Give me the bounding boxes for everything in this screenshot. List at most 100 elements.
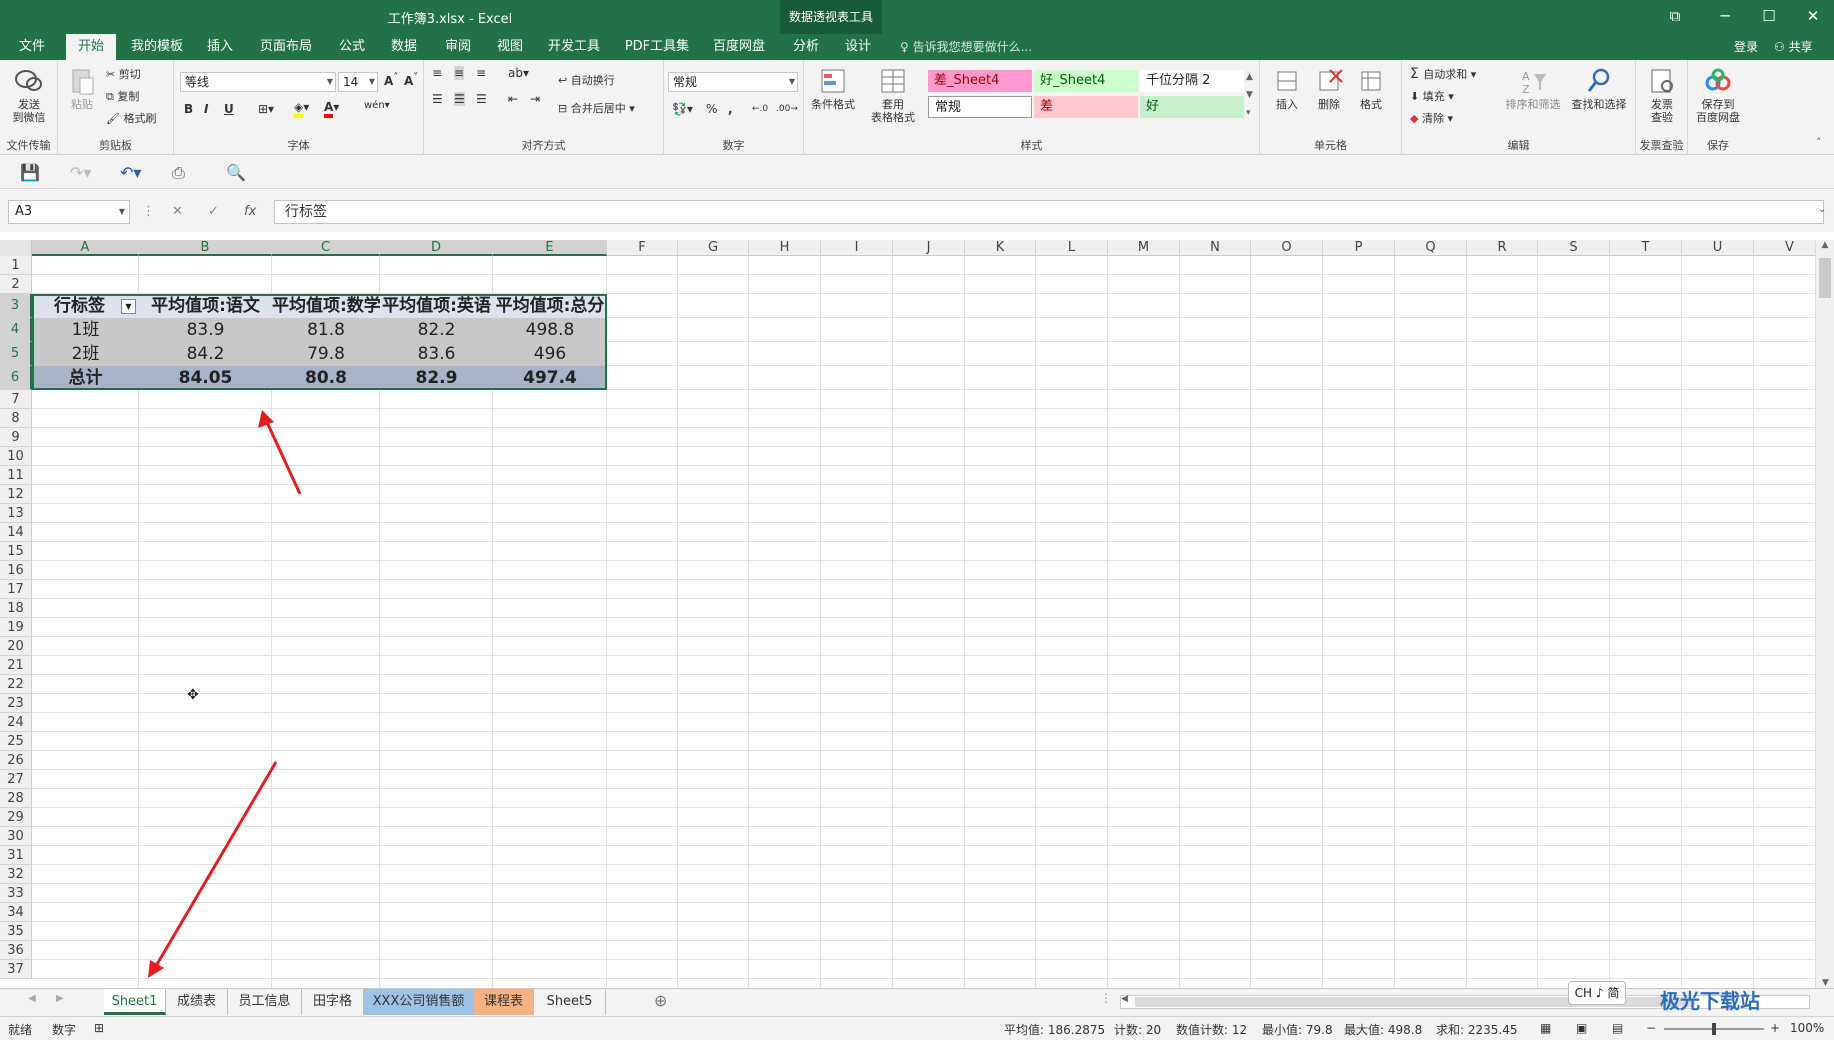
shrink-font-icon[interactable]: A˅ bbox=[404, 72, 418, 88]
pivot-value-header[interactable]: 平均值项:语文 bbox=[139, 294, 272, 318]
row-header-35[interactable]: 35 bbox=[0, 922, 32, 941]
column-header-f[interactable]: F bbox=[607, 240, 678, 256]
tab-file[interactable]: 文件 bbox=[8, 34, 56, 60]
style-bad-sheet4[interactable]: 差_Sheet4 bbox=[928, 70, 1032, 92]
save-baidu-button[interactable]: 保存到 百度网盘 bbox=[1690, 66, 1746, 124]
row-header-13[interactable]: 13 bbox=[0, 504, 32, 523]
font-name-select[interactable]: 等线 ▼ bbox=[180, 72, 336, 92]
scroll-left-icon[interactable]: ◀ bbox=[1121, 994, 1128, 1004]
tab-data[interactable]: 数据 bbox=[380, 34, 428, 60]
align-middle-icon[interactable]: ≡ bbox=[454, 66, 465, 80]
row-header-37[interactable]: 37 bbox=[0, 960, 32, 979]
formula-input[interactable]: 行标签 bbox=[274, 200, 1824, 224]
style-good-sheet4[interactable]: 好_Sheet4 bbox=[1034, 70, 1138, 92]
scroll-thumb[interactable] bbox=[1819, 258, 1831, 298]
tab-baidu-netdisk[interactable]: 百度网盘 bbox=[704, 34, 774, 60]
pivot-value-header[interactable]: 平均值项:英语 bbox=[380, 294, 493, 318]
column-header-k[interactable]: K bbox=[965, 240, 1036, 256]
select-all-corner[interactable] bbox=[0, 240, 32, 256]
row-header-7[interactable]: 7 bbox=[0, 390, 32, 409]
fill-color-icon[interactable]: ◈▾ bbox=[294, 100, 309, 118]
tab-design[interactable]: 设计 bbox=[836, 34, 880, 60]
row-header-27[interactable]: 27 bbox=[0, 770, 32, 789]
row-header-31[interactable]: 31 bbox=[0, 846, 32, 865]
page-break-view-icon[interactable]: ▤ bbox=[1612, 1021, 1623, 1035]
redo-icon[interactable]: ↷▾ bbox=[70, 163, 91, 182]
orientation-icon[interactable]: ab▾ bbox=[508, 66, 529, 80]
pivot-total-cell[interactable]: 84.05 bbox=[139, 366, 272, 390]
invoice-check-button[interactable]: 发票 查验 bbox=[1640, 66, 1684, 124]
pivot-value-cell[interactable]: 496 bbox=[493, 342, 607, 366]
zoom-preview-icon[interactable]: 🔍 bbox=[226, 163, 246, 182]
number-format-select[interactable]: 常规 ▼ bbox=[668, 72, 798, 92]
ribbon-display-icon[interactable]: ⧉ bbox=[1650, 0, 1700, 34]
column-header-r[interactable]: R bbox=[1467, 240, 1538, 256]
sheet-tab[interactable]: 员工信息 bbox=[228, 989, 302, 1015]
sort-filter-button[interactable]: AZ 排序和筛选 bbox=[1502, 66, 1564, 111]
font-color-icon[interactable]: A▾ bbox=[324, 100, 339, 118]
styles-scroll-icon[interactable]: ▲ ▼ ▾ bbox=[1246, 68, 1253, 122]
format-cells-button[interactable]: 格式 bbox=[1352, 66, 1390, 111]
pivot-row-label[interactable]: 1班 bbox=[32, 318, 139, 342]
prev-sheet-icon[interactable]: ◀ bbox=[28, 993, 36, 1004]
row-header-28[interactable]: 28 bbox=[0, 789, 32, 808]
pivot-row-label[interactable]: 2班 bbox=[32, 342, 139, 366]
column-header-l[interactable]: L bbox=[1036, 240, 1108, 256]
tab-view[interactable]: 视图 bbox=[486, 34, 534, 60]
cancel-entry-icon[interactable]: ✕ bbox=[172, 204, 183, 219]
confirm-entry-icon[interactable]: ✓ bbox=[208, 204, 219, 219]
tab-pdf-tools[interactable]: PDF工具集 bbox=[618, 34, 696, 60]
border-icon[interactable]: ⊞▾ bbox=[258, 102, 274, 116]
sheet-tab[interactable]: 田字格 bbox=[302, 989, 364, 1015]
row-header-25[interactable]: 25 bbox=[0, 732, 32, 751]
close-icon[interactable]: ✕ bbox=[1788, 0, 1834, 34]
sheet-tab[interactable]: 课程表 bbox=[474, 989, 534, 1015]
copy-button[interactable]: ⧉ 复制 bbox=[106, 88, 139, 104]
sheet-tab[interactable]: XXX公司销售额 bbox=[364, 989, 474, 1015]
decrease-decimal-icon[interactable]: .00→ bbox=[776, 104, 798, 114]
tab-analyze[interactable]: 分析 bbox=[784, 34, 828, 60]
row-header-12[interactable]: 12 bbox=[0, 485, 32, 504]
currency-icon[interactable]: 💱▾ bbox=[672, 102, 693, 116]
print-preview-icon[interactable]: ⎙ bbox=[172, 163, 185, 183]
column-header-u[interactable]: U bbox=[1682, 240, 1754, 256]
column-header-h[interactable]: H bbox=[749, 240, 821, 256]
minimize-icon[interactable]: ─ bbox=[1700, 0, 1750, 34]
conditional-format-button[interactable]: 条件格式 bbox=[808, 66, 858, 111]
pivot-total-label[interactable]: 总计 bbox=[32, 366, 139, 390]
increase-indent-icon[interactable]: ⇥ bbox=[530, 92, 540, 106]
wrap-text-button[interactable]: ↩ 自动换行 bbox=[558, 72, 615, 88]
pivot-value-cell[interactable]: 82.2 bbox=[380, 318, 493, 342]
delete-cells-button[interactable]: 删除 bbox=[1310, 66, 1348, 111]
tab-insert[interactable]: 插入 bbox=[198, 34, 242, 60]
row-header-29[interactable]: 29 bbox=[0, 808, 32, 827]
tab-developer[interactable]: 开发工具 bbox=[540, 34, 608, 60]
style-bad[interactable]: 差 bbox=[1034, 96, 1138, 118]
row-header-20[interactable]: 20 bbox=[0, 637, 32, 656]
italic-button[interactable]: I bbox=[204, 102, 208, 116]
filter-dropdown-icon[interactable]: ▼ bbox=[121, 299, 136, 314]
row-header-6[interactable]: 6 bbox=[0, 366, 32, 390]
row-header-17[interactable]: 17 bbox=[0, 580, 32, 599]
vertical-scrollbar[interactable]: ▲ ▼ bbox=[1815, 240, 1834, 988]
align-top-icon[interactable]: ≡ bbox=[432, 66, 442, 80]
row-header-1[interactable]: 1 bbox=[0, 256, 32, 275]
column-header-j[interactable]: J bbox=[893, 240, 965, 256]
row-header-2[interactable]: 2 bbox=[0, 275, 32, 294]
row-header-21[interactable]: 21 bbox=[0, 656, 32, 675]
merge-center-button[interactable]: ⊟ 合并后居中 ▾ bbox=[558, 100, 635, 116]
tab-templates[interactable]: 我的模板 bbox=[124, 34, 190, 60]
column-header-b[interactable]: B bbox=[139, 240, 272, 256]
row-header-26[interactable]: 26 bbox=[0, 751, 32, 770]
align-bottom-icon[interactable]: ≡ bbox=[476, 66, 486, 80]
align-right-icon[interactable]: ☰ bbox=[476, 92, 487, 106]
row-header-33[interactable]: 33 bbox=[0, 884, 32, 903]
row-header-10[interactable]: 10 bbox=[0, 447, 32, 466]
zoom-level[interactable]: 100% bbox=[1790, 1021, 1824, 1035]
send-to-wechat-button[interactable]: 发送 到微信 bbox=[6, 66, 52, 124]
tab-formulas[interactable]: 公式 bbox=[328, 34, 376, 60]
next-sheet-icon[interactable]: ▶ bbox=[56, 993, 64, 1004]
insert-function-icon[interactable]: fx bbox=[244, 204, 256, 219]
pivot-value-cell[interactable]: 498.8 bbox=[493, 318, 607, 342]
share-button[interactable]: ⚇ 共享 bbox=[1774, 34, 1813, 60]
